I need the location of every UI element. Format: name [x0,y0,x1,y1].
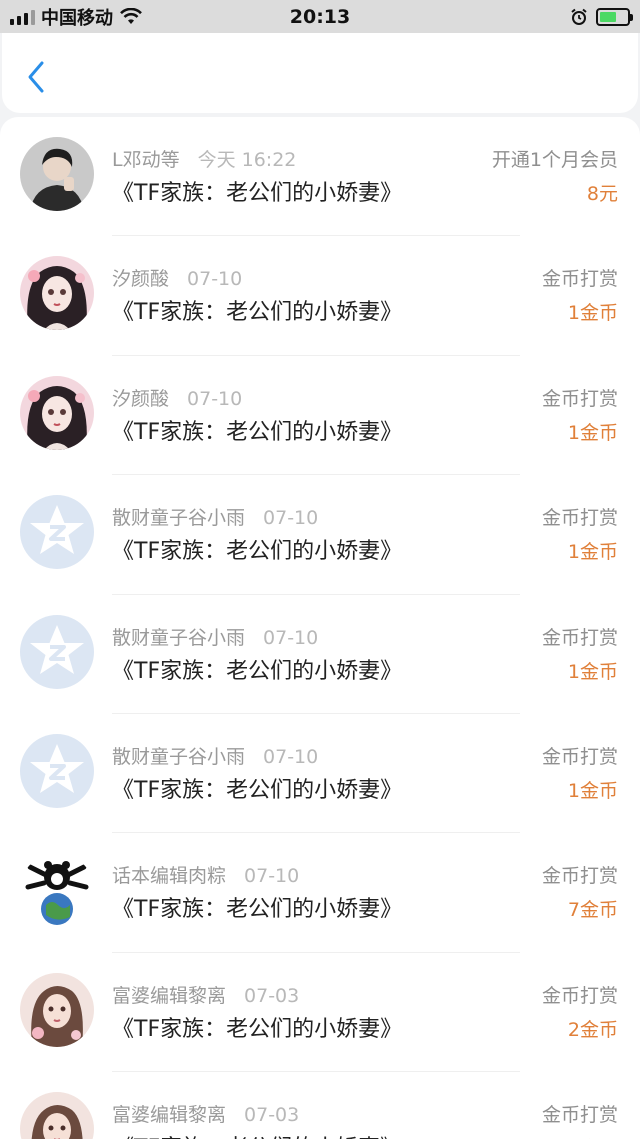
book-title[interactable]: 《TF家族：老公们的小娇妻》 [112,1011,402,1043]
signal-icon [10,9,35,25]
back-button[interactable] [20,57,52,97]
reward-amount: 1金币 [567,541,618,564]
record-time: 07-10 [187,387,243,410]
book-title[interactable]: 《TF家族：老公们的小娇妻》 [112,414,402,446]
record-time: 07-10 [244,865,300,888]
reward-type: 金币打赏 [541,268,618,291]
avatar[interactable] [20,375,94,450]
name-line: 散财童子谷小雨 07-10 [112,623,318,650]
user-name[interactable]: 散财童子谷小雨 [112,507,245,529]
anime-avatar-icon [20,375,94,450]
reward-type: 开通1个月会员 [491,149,618,171]
record-time: 07-10 [263,507,319,530]
reward-amount: 1金币 [567,660,618,683]
status-right [570,7,633,26]
book-title[interactable]: 《TF家族：老公们的小娇妻》 [112,772,402,804]
reward-amount: 2金币 [567,1018,618,1041]
name-line: 话本编辑肉粽 07-10 [112,861,299,888]
record-time: 07-10 [263,626,319,649]
avatar[interactable] [20,137,94,211]
list-item[interactable]: 富婆编辑黎离 07-03 《TF家族：老公们的小娇妻》 金币打赏 1金币 [0,1072,640,1139]
reward-type: 金币打赏 [541,507,618,530]
reward-amount: 7金币 [567,899,618,922]
book-title[interactable]: 《TF家族：老公们的小娇妻》 [112,294,402,326]
painted-avatar-icon [20,1092,94,1139]
anime-avatar-icon [20,256,94,331]
list-item[interactable]: 散财童子谷小雨 07-10 《TF家族：老公们的小娇妻》 金币打赏 1金币 [0,595,640,715]
battery-icon [596,7,633,26]
carrier-label: 中国移动 [41,7,113,29]
book-title[interactable]: 《TF家族：老公们的小娇妻》 [112,1130,402,1139]
book-title[interactable]: 《TF家族：老公们的小娇妻》 [112,653,402,685]
status-left: 中国移动 [10,4,143,30]
user-name[interactable]: L邓动等 [112,149,180,171]
user-name[interactable]: 富婆编辑黎离 [112,1104,226,1126]
list-item[interactable]: 散财童子谷小雨 07-10 《TF家族：老公们的小娇妻》 金币打赏 1金币 [0,475,640,595]
name-line: 汐颜酸 07-10 [112,384,242,411]
earth-bear-avatar-icon [20,853,94,928]
book-title[interactable]: 《TF家族：老公们的小娇妻》 [112,175,402,207]
reward-type: 金币打赏 [541,387,618,410]
reward-amount: 1金币 [568,1134,618,1139]
avatar[interactable] [20,614,94,689]
book-title[interactable]: 《TF家族：老公们的小娇妻》 [112,891,402,923]
avatar[interactable] [20,256,94,331]
list-item[interactable]: 汐颜酸 07-10 《TF家族：老公们的小娇妻》 金币打赏 1金币 [0,236,640,357]
default-star-avatar-icon [20,733,94,808]
book-title[interactable]: 《TF家族：老公们的小娇妻》 [112,533,402,565]
reward-amount: 1金币 [567,779,618,802]
alarm-icon [571,8,587,25]
name-line: L邓动等 今天 16:22 [112,145,296,172]
record-time: 今天 16:22 [197,149,297,171]
user-name[interactable]: 汐颜酸 [112,268,169,290]
reward-type: 金币打赏 [541,626,618,649]
user-name[interactable]: 散财童子谷小雨 [112,627,245,649]
reward-type: 金币打赏 [541,745,618,768]
photo-avatar-icon [20,137,94,211]
wifi-icon [120,7,142,24]
avatar[interactable] [20,972,94,1047]
reward-type: 金币打赏 [541,865,618,888]
reward-list: L邓动等 今天 16:22 《TF家族：老公们的小娇妻》 开通1个月会员 8元 汐… [0,117,640,1139]
reward-amount: 1金币 [567,302,618,325]
list-item[interactable]: 散财童子谷小雨 07-10 《TF家族：老公们的小娇妻》 金币打赏 1金币 [0,714,640,834]
painted-avatar-icon [20,972,94,1047]
list-item[interactable]: 汐颜酸 07-10 《TF家族：老公们的小娇妻》 金币打赏 1金币 [0,356,640,476]
name-line: 富婆编辑黎离 07-03 [112,981,299,1008]
user-name[interactable]: 富婆编辑黎离 [112,985,226,1007]
name-line: 汐颜酸 07-10 [112,264,242,291]
record-time: 07-10 [187,268,243,291]
name-line: 散财童子谷小雨 07-10 [112,742,318,769]
list-item[interactable]: 富婆编辑黎离 07-03 《TF家族：老公们的小娇妻》 金币打赏 2金币 [0,953,640,1073]
avatar[interactable] [20,1092,94,1139]
avatar[interactable] [20,495,94,570]
record-time: 07-03 [244,984,300,1007]
user-name[interactable]: 汐颜酸 [112,388,169,410]
status-bar: 中国移动 20:13 [0,0,640,33]
record-time: 07-03 [244,1104,300,1127]
user-name[interactable]: 散财童子谷小雨 [112,746,245,768]
list-item[interactable]: L邓动等 今天 16:22 《TF家族：老公们的小娇妻》 开通1个月会员 8元 [0,117,640,237]
reward-amount: 1金币 [567,421,618,444]
name-line: 散财童子谷小雨 07-10 [112,503,318,530]
default-star-avatar-icon [20,495,94,570]
record-time: 07-10 [263,745,319,768]
default-star-avatar-icon [20,614,94,689]
reward-type: 金币打赏 [541,1104,618,1127]
avatar[interactable] [20,853,94,928]
name-line: 富婆编辑黎离 07-03 [112,1100,299,1127]
reward-amount: 8元 [586,183,618,205]
header-bar [2,33,638,113]
reward-type: 金币打赏 [541,984,618,1007]
user-name[interactable]: 话本编辑肉粽 [112,865,226,887]
list-item[interactable]: 话本编辑肉粽 07-10 《TF家族：老公们的小娇妻》 金币打赏 7金币 [0,833,640,954]
chevron-left-icon [28,61,44,93]
avatar[interactable] [20,733,94,808]
